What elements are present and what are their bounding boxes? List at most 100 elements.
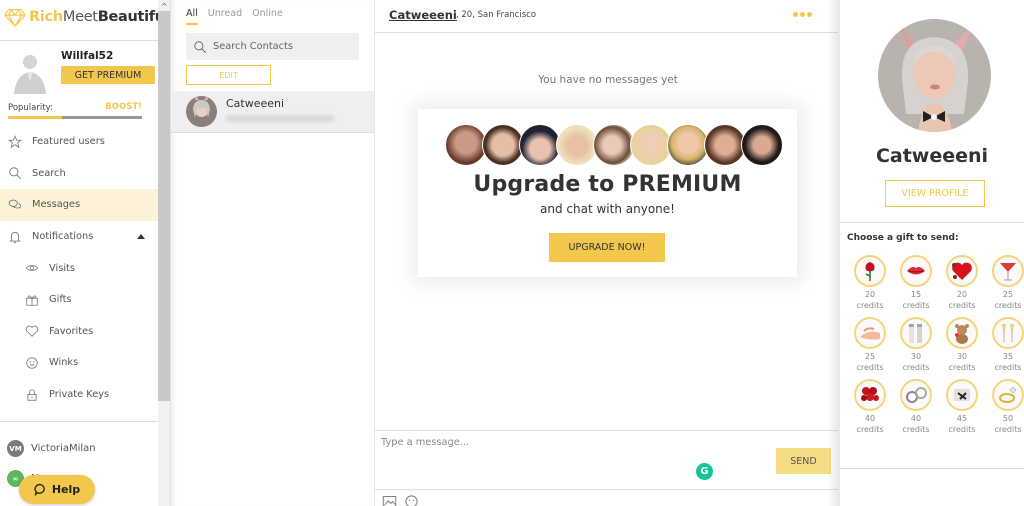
gift-item-rose[interactable]: 20 credits — [847, 255, 893, 311]
contacts-panel: All Unread Online EDIT Catweeeni — [170, 0, 374, 506]
gift-item-ring[interactable]: 50 credits — [985, 379, 1024, 435]
sidebar: RichMeetBeautiful Willfal52 GET PREMIUM … — [0, 0, 170, 506]
logo[interactable]: RichMeetBeautiful — [4, 4, 170, 30]
caret-up-icon[interactable] — [137, 233, 145, 239]
member-photo — [519, 124, 561, 166]
nav-item-winks[interactable]: Winks — [0, 347, 158, 379]
member-faces — [445, 124, 783, 166]
tab-all[interactable]: All — [186, 8, 198, 25]
contact-list-item[interactable]: Catweeeni — [171, 91, 374, 133]
contact-avatar — [186, 96, 217, 127]
logo-text: RichMeetBeautiful — [29, 9, 170, 25]
nav-item-search[interactable]: Search — [0, 158, 158, 190]
eye-icon — [25, 261, 39, 275]
gift-credits: 30 — [956, 352, 968, 361]
gift-item-chocolates[interactable]: 20 credits — [939, 255, 985, 311]
chocolates-icon — [946, 255, 978, 287]
nav-item-visits[interactable]: Visits — [0, 252, 158, 284]
grammarly-icon[interactable]: G — [696, 463, 713, 480]
tab-online[interactable]: Online — [252, 8, 283, 25]
gift-credits-label: credits — [856, 301, 884, 310]
help-button[interactable]: Help — [19, 475, 95, 504]
profile-photo[interactable] — [878, 19, 991, 132]
gift-item-cocktail[interactable]: 25 credits — [985, 255, 1024, 311]
divider — [0, 40, 158, 41]
my-avatar[interactable] — [8, 50, 52, 94]
view-profile-button[interactable]: VIEW PROFILE — [885, 180, 985, 207]
divider — [840, 222, 1024, 223]
gift-credits-label: credits — [948, 425, 976, 434]
get-premium-button[interactable]: GET PREMIUM — [61, 66, 155, 84]
partner-victoriamilan[interactable]: VM VictoriaMilan — [7, 440, 96, 457]
champagne-bottles-icon — [900, 317, 932, 349]
nav-item-featured-users[interactable]: Featured users — [0, 126, 158, 158]
gift-credits: 20 — [864, 290, 876, 299]
emoji-icon[interactable] — [404, 494, 419, 506]
chat-partner-meta: , 20, San Francisco — [456, 10, 537, 20]
nav-label: Private Keys — [49, 389, 110, 401]
gift-item-kiss[interactable]: 15 credits — [893, 255, 939, 311]
gift-item-massage[interactable]: 25 credits — [847, 317, 893, 373]
gift-credits: 25 — [864, 352, 876, 361]
username[interactable]: Willfal52 — [61, 50, 113, 62]
contact-tabs: All Unread Online — [186, 8, 293, 25]
member-photo — [667, 124, 709, 166]
gift-credits-label: credits — [994, 363, 1022, 372]
scrollbar-thumb[interactable] — [158, 11, 170, 401]
kiss-icon — [900, 255, 932, 287]
chat-header: Catweeeni , 20, San Francisco — [375, 0, 838, 33]
gift-grid: 20 credits 15 credits 20 credits 25 credits 25 cr… — [847, 255, 1024, 435]
nav-item-private-keys[interactable]: Private Keys — [0, 379, 158, 411]
message-composer: G SEND — [375, 430, 838, 490]
scroll-up-icon[interactable]: ^ — [161, 3, 168, 11]
chat-bubble-icon — [34, 483, 45, 496]
heart-icon — [25, 324, 39, 338]
nav-item-gifts[interactable]: Gifts — [0, 284, 158, 316]
gift-icon — [25, 293, 39, 307]
upgrade-now-button[interactable]: UPGRADE NOW! — [549, 233, 665, 262]
image-icon[interactable] — [382, 494, 397, 506]
teddy-bear-icon — [946, 317, 978, 349]
diamond-icon — [4, 9, 26, 27]
edit-button[interactable]: EDIT — [186, 65, 271, 85]
gift-item-handcuffs[interactable]: 40 credits — [893, 379, 939, 435]
member-photo — [445, 124, 487, 166]
bell-icon — [8, 230, 22, 244]
search-contacts-input[interactable] — [213, 41, 353, 52]
member-photo — [556, 124, 598, 166]
nav-item-favorites[interactable]: Favorites — [0, 316, 158, 348]
help-label: Help — [51, 483, 81, 496]
profile-panel: Catweeeni VIEW PROFILE Choose a gift to … — [840, 0, 1024, 506]
nav-item-messages[interactable]: Messages — [0, 189, 158, 221]
chat-bubbles-icon — [8, 198, 22, 212]
star-icon — [8, 134, 22, 149]
roses-bouquet-icon — [854, 379, 886, 411]
chat-panel: Catweeeni , 20, San Francisco You have n… — [374, 0, 840, 506]
popularity-fill — [8, 116, 62, 119]
more-options-icon[interactable] — [793, 12, 814, 17]
lingerie-icon — [946, 379, 978, 411]
tab-unread[interactable]: Unread — [208, 8, 242, 25]
send-button[interactable]: SEND — [776, 448, 831, 474]
gift-item-champagne-bottles[interactable]: 30 credits — [893, 317, 939, 373]
gift-item-champagne-toast[interactable]: 35 credits — [985, 317, 1024, 373]
divider — [0, 421, 158, 422]
gift-item-roses-bouquet[interactable]: 40 credits — [847, 379, 893, 435]
nav-label: Gifts — [49, 294, 72, 306]
nav-item-notifications[interactable]: Notifications — [0, 221, 158, 253]
sidebar-scrollbar[interactable]: ^ — [158, 0, 170, 506]
ring-icon — [992, 379, 1024, 411]
nav-label: Featured users — [32, 136, 105, 148]
champagne-toast-icon — [992, 317, 1024, 349]
boost-link[interactable]: BOOST! — [105, 102, 142, 112]
gift-credits: 15 — [910, 290, 922, 299]
nav-label: Visits — [49, 262, 75, 274]
victoriamilan-logo-icon: VM — [7, 440, 24, 457]
gift-credits-label: credits — [994, 301, 1022, 310]
gift-item-teddy-bear[interactable]: 30 credits — [939, 317, 985, 373]
chat-partner-name[interactable]: Catweeeni — [389, 8, 457, 22]
gift-item-lingerie[interactable]: 45 credits — [939, 379, 985, 435]
member-photo — [593, 124, 635, 166]
contact-search — [186, 33, 359, 60]
nav-label: Search — [32, 167, 66, 179]
